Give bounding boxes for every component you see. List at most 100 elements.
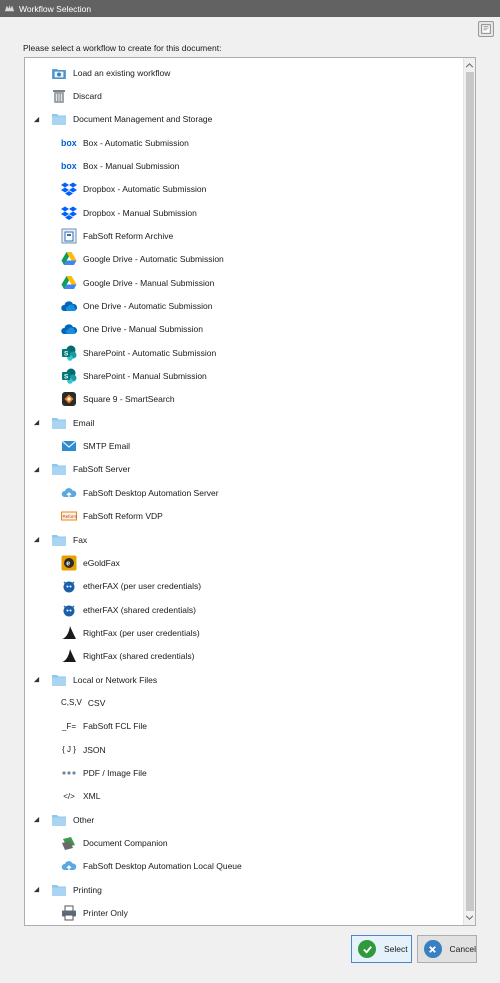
tree-item-label: One Drive - Manual Submission (83, 324, 203, 335)
tree-item[interactable]: RightFax (shared credentials) (61, 645, 195, 668)
json-icon: { J } (61, 742, 77, 758)
window-title: Workflow Selection (19, 3, 92, 14)
tree-item-label: Google Drive - Automatic Submission (83, 254, 224, 265)
tree-item-label: SharePoint - Manual Submission (83, 371, 207, 382)
fcl-file-icon: _F= (61, 718, 77, 734)
tree-item-label: FabSoft Desktop Automation Local Queue (83, 861, 242, 872)
expand-toggle-icon[interactable] (31, 535, 41, 545)
expand-toggle-icon[interactable] (31, 815, 41, 825)
tree-item[interactable]: _F= FabSoft FCL File (61, 715, 147, 738)
dropbox-logo-icon (61, 181, 77, 197)
book-icon (481, 24, 491, 34)
tree-item-label: JSON (83, 744, 106, 755)
square9-icon (61, 391, 77, 407)
load-workflow-icon (51, 65, 67, 81)
icon-glyph-text: C,S,V (61, 698, 82, 708)
tree-item-label: Box - Manual Submission (83, 160, 180, 171)
title-bar: Workflow Selection (0, 0, 500, 17)
icon-glyph-text: _F= (61, 721, 76, 731)
tree-item[interactable]: PDF / Image File (61, 762, 147, 785)
tree-folder-node[interactable]: FabSoft Server (31, 458, 130, 481)
fabsoft-vdp-icon: Reform (61, 508, 77, 524)
csv-icon: C,S,V (61, 695, 82, 711)
tree-item-label: RightFax (per user credentials) (83, 627, 200, 638)
tree-item[interactable]: Google Drive - Automatic Submission (61, 248, 224, 271)
tree-folder-node[interactable]: Other (31, 808, 94, 831)
help-button[interactable] (478, 21, 494, 37)
svg-text:S: S (64, 350, 69, 357)
tree-item-label: Box - Automatic Submission (83, 137, 189, 148)
tree-item[interactable]: etherFAX (shared credentials) (61, 598, 196, 621)
tree-item[interactable]: C,S,V CSV (61, 691, 105, 714)
expand-toggle-icon[interactable] (31, 418, 41, 428)
tree-item[interactable]: FabSoft Reform Archive (61, 224, 173, 247)
tree-item[interactable]: FabSoft Desktop Automation Local Queue (61, 855, 242, 878)
tree-item[interactable]: e eGoldFax (61, 551, 120, 574)
google-drive-icon (61, 251, 77, 267)
tree-folder-node[interactable]: Printing (31, 878, 102, 901)
tree-item-label: eGoldFax (83, 557, 120, 568)
folder-icon (51, 415, 67, 431)
tree-item[interactable]: { J } JSON (61, 738, 106, 761)
checkmark-icon (358, 940, 376, 958)
tree-item[interactable]: etherFAX (per user credentials) (61, 575, 201, 598)
tree-item[interactable]: Load an existing workflow (31, 61, 170, 84)
tree-item[interactable]: S SharePoint - Automatic Submission (61, 341, 216, 364)
tree-item[interactable]: One Drive - Automatic Submission (61, 295, 212, 318)
tree-item[interactable]: Document Companion (61, 832, 168, 855)
tree-item[interactable]: Square 9 - SmartSearch (61, 388, 175, 411)
tree-item-label: FabSoft Reform VDP (83, 511, 163, 522)
onedrive-cloud-icon (61, 298, 77, 314)
tree-item-label: Document Companion (83, 838, 168, 849)
cloud-upload-icon (61, 485, 77, 501)
tree-item[interactable]: FabSoft Desktop Automation Server (61, 481, 219, 504)
egoldfax-icon: e (61, 555, 77, 571)
tree-item[interactable]: Discard (31, 84, 102, 107)
svg-text:box: box (61, 138, 77, 148)
tree-folder-node[interactable]: Local or Network Files (31, 668, 157, 691)
tree-item-label: FabSoft FCL File (83, 721, 147, 732)
expand-toggle-icon[interactable] (31, 114, 41, 124)
tree-item-label: Square 9 - SmartSearch (83, 394, 175, 405)
scroll-down-arrow-icon[interactable] (464, 911, 475, 924)
tree-item[interactable]: One Drive - Manual Submission (61, 318, 203, 341)
folder-icon (51, 111, 67, 127)
cancel-button[interactable]: Cancel (417, 935, 477, 963)
tree-item-label: One Drive - Automatic Submission (83, 301, 213, 311)
document-companion-icon (61, 835, 77, 851)
tree-item[interactable]: </> XML (61, 785, 100, 808)
vertical-scrollbar[interactable] (463, 58, 475, 925)
expand-toggle-icon[interactable] (31, 464, 41, 474)
tree-folder-node[interactable]: Email (31, 411, 94, 434)
scroll-up-arrow-icon[interactable] (464, 59, 475, 72)
tree-item-label: CSV (87, 697, 106, 708)
svg-text:box: box (61, 161, 77, 171)
expand-toggle-icon[interactable] (31, 675, 41, 685)
workflow-tree[interactable]: Load an existing workflow Discard Document… (24, 57, 476, 926)
tree-folder-node[interactable]: Fax (31, 528, 87, 551)
tree-folder-node[interactable]: Document Management and Storage (31, 108, 212, 131)
folder-icon (51, 532, 67, 548)
sharepoint-icon: S (61, 368, 77, 384)
expand-toggle-icon[interactable] (31, 885, 41, 895)
tree-item-label: Local or Network Files (73, 674, 158, 685)
tree-item[interactable]: RightFax (per user credentials) (61, 621, 200, 644)
tree-item-label: Email (73, 417, 95, 428)
xml-icon: </> (61, 788, 77, 804)
tree-item[interactable]: S SharePoint - Manual Submission (61, 365, 207, 388)
icon-glyph-text: { J } (62, 745, 76, 755)
tree-item[interactable]: Dropbox - Automatic Submission (61, 178, 206, 201)
tree-item-label: Dropbox - Automatic Submission (83, 184, 207, 195)
tree-item[interactable]: SMTP Email (61, 435, 130, 458)
tree-item[interactable]: box Box - Automatic Submission (61, 131, 189, 154)
tree-item[interactable]: box Box - Manual Submission (61, 154, 179, 177)
select-button[interactable]: Select (351, 935, 412, 963)
prompt-text: Please select a workflow to create for t… (23, 43, 222, 53)
tree-item[interactable]: Dropbox - Manual Submission (61, 201, 197, 224)
tree-item[interactable]: Google Drive - Manual Submission (61, 271, 214, 294)
tree-item[interactable]: Reform FabSoft Reform VDP (61, 505, 163, 528)
scrollbar-thumb[interactable] (466, 72, 474, 911)
icon-glyph-text: </> (63, 791, 75, 801)
tree-item[interactable]: Printer Only (61, 902, 128, 925)
